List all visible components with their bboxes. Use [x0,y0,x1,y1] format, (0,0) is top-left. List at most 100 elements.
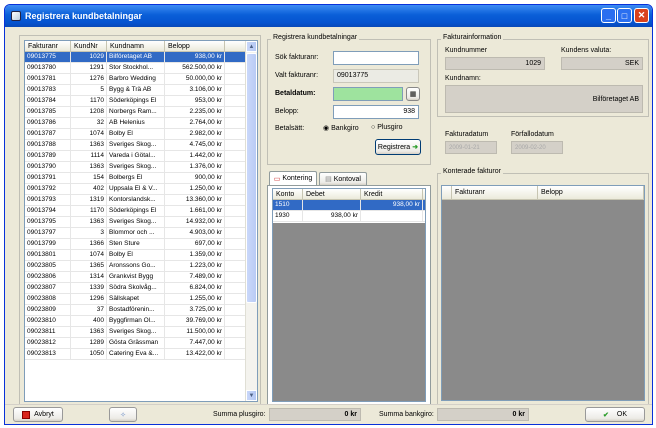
table-row[interactable]: 09013801 1074 Bolby El 1.359,00 kr [25,250,257,261]
close-button[interactable]: ✕ [634,8,649,23]
cell-belopp: 7.489,00 kr [165,272,225,282]
col-konterade-belopp[interactable]: Belopp [538,186,644,199]
sum-bankgiro-label: Summa bankgiro: [379,411,434,418]
kontering-row[interactable]: 1510 938,00 kr [273,200,425,211]
scroll-down-button[interactable]: ▼ [246,390,257,401]
cell-fakturanr: 09013775 [25,52,71,62]
cell-belopp: 3.106,00 kr [165,85,225,95]
cell-fakturanr: 09023813 [25,349,71,359]
tab-kontoval[interactable]: ▤ Kontoval [319,172,367,185]
table-row[interactable]: 09023809 37 Bostadförenin... 3.725,00 kr [25,305,257,316]
tab-kontering[interactable]: ▭ Kontering [269,171,317,185]
kontering-grid[interactable]: Konto Debet Kredit 1510 938,00 kr 1930 938,… [272,188,426,402]
cell-belopp: 13.360,00 kr [165,195,225,205]
cancel-button[interactable]: Avbryt [13,407,63,422]
table-row[interactable]: 09013788 1363 Sveriges Skog... 4.745,00 kr [25,140,257,151]
col-belopp[interactable]: Belopp [165,41,225,51]
amount-input[interactable]: 938 [333,105,419,119]
cell-kundnamn: Byggfirman Ol... [107,316,165,326]
table-row[interactable]: 09023810 400 Byggfirman Ol... 39.769,00 kr [25,316,257,327]
cell-kundnamn: Söderköpings El [107,96,165,106]
col-debet[interactable]: Debet [303,189,361,199]
table-row[interactable]: 09013792 402 Uppsala El & V... 1.250,00 kr [25,184,257,195]
refresh-button[interactable]: ✧ [109,407,137,422]
table-row[interactable]: 09013791 154 Bolbergs El 900,00 kr [25,173,257,184]
title-bar[interactable]: Registrera kundbetalningar _ □ ✕ [5,5,652,27]
cell-fakturanr: 09013786 [25,118,71,128]
table-row[interactable]: 09023807 1339 Södra Skolvåg... 6.824,00 kr [25,283,257,294]
payment-date-input[interactable] [333,87,403,101]
cell-kundnr: 1363 [71,162,107,172]
col-kredit[interactable]: Kredit [361,189,423,199]
table-row[interactable]: 09013787 1074 Bolby El 2.982,00 kr [25,129,257,140]
cell-kundnamn: Uppsala El & V... [107,184,165,194]
cell-fakturanr: 09023806 [25,272,71,282]
table-row[interactable]: 09013775 1029 Bilföretaget AB 938,00 kr [25,52,257,63]
table-row[interactable]: 09023812 1289 Gösta Grässman 7.447,00 kr [25,338,257,349]
register-button[interactable]: Registrera ➜ [375,139,421,155]
kontering-row[interactable]: 1930 938,00 kr [273,211,425,222]
row-selector-header [442,186,452,199]
col-kundnamn[interactable]: Kundnamn [107,41,165,51]
cell-kundnamn: AB Helenius [107,118,165,128]
table-row[interactable]: 09023813 1050 Catering Eva &... 13.422,00 k… [25,349,257,360]
table-row[interactable]: 09013786 32 AB Helenius 2.764,00 kr [25,118,257,129]
table-row[interactable]: 09023811 1363 Sveriges Skog... 11.500,00 kr [25,327,257,338]
table-row[interactable]: 09023808 1296 Sällskapet 1.255,00 kr [25,294,257,305]
minimize-button[interactable]: _ [601,8,616,23]
ok-button[interactable]: ✔ OK [585,407,645,422]
table-row[interactable]: 09023806 1314 Grankvist Bygg 7.489,00 kr [25,272,257,283]
table-row[interactable]: 09013799 1366 Sten Sture 697,00 kr [25,239,257,250]
document-icon: ▤ [325,176,332,183]
table-row[interactable]: 09013789 1114 Vareda i Götal... 1.442,00 kr [25,151,257,162]
table-row[interactable]: 09013785 1208 Norbergs Ram... 2.235,00 kr [25,107,257,118]
valuta-field: SEK [561,57,643,70]
window-title: Registrera kundbetalningar [25,11,143,21]
table-row[interactable]: 09013797 3 Blommor och ... 4.903,00 kr [25,228,257,239]
cell-kundnamn: Sveriges Skog... [107,140,165,150]
scroll-thumb[interactable] [246,53,257,303]
table-row[interactable]: 09013790 1363 Sveriges Skog... 1.376,00 kr [25,162,257,173]
cell-kundnamn: Söderköpings El [107,206,165,216]
invoice-info-title: Fakturainformation [441,34,504,41]
table-row[interactable]: 09013780 1291 Stor Stockhol... 562.500,00 k… [25,63,257,74]
cell-fakturanr: 09013793 [25,195,71,205]
konterade-grid[interactable]: Fakturanr Belopp [441,185,645,401]
forfallodatum-label: Förfallodatum [511,131,554,138]
amount-label: Belopp: [275,108,299,115]
cell-kundnr: 402 [71,184,107,194]
calendar-button[interactable]: ▦ [406,87,420,101]
app-icon [11,11,21,21]
table-row[interactable]: 09013794 1170 Söderköpings El 1.661,00 kr [25,206,257,217]
cell-fakturanr: 09013794 [25,206,71,216]
cell-kundnamn: Norbergs Ram... [107,107,165,117]
search-invoice-input[interactable] [333,51,419,65]
col-konto[interactable]: Konto [273,189,303,199]
table-row[interactable]: 09013784 1170 Söderköpings El 953,00 kr [25,96,257,107]
invoice-scrollbar[interactable]: ▲ ▼ [245,41,257,401]
cell-belopp: 2.764,00 kr [165,118,225,128]
col-kundnr[interactable]: KundNr [71,41,107,51]
table-row[interactable]: 09013795 1363 Sveriges Skog... 14.932,00 kr [25,217,257,228]
col-fakturanr[interactable]: Fakturanr [25,41,71,51]
table-row[interactable]: 09013783 5 Bygg & Trä AB 3.106,00 kr [25,85,257,96]
tab-kontoval-label: Kontoval [333,175,361,183]
cell-kundnamn: Sten Sture [107,239,165,249]
invoice-grid[interactable]: Fakturanr KundNr Kundnamn Belopp 0901377… [24,40,258,402]
maximize-button[interactable]: □ [617,8,632,23]
chosen-invoice-label: Valt fakturanr: [275,72,319,79]
cell-fakturanr: 09013790 [25,162,71,172]
cell-kundnr: 37 [71,305,107,315]
col-konterade-fakturanr[interactable]: Fakturanr [452,186,538,199]
kontering-tab-panel: Konto Debet Kredit 1510 938,00 kr 1930 938,… [267,185,431,405]
table-row[interactable]: 09013781 1276 Barbro Wedding 50.000,00 kr [25,74,257,85]
table-row[interactable]: 09013793 1319 Kontorslandsk... 13.360,00 kr [25,195,257,206]
radio-plusgiro[interactable]: ○ Plusgiro [371,124,402,131]
sum-plusgiro-field: 0 kr [269,408,361,421]
cell-fakturanr: 09023812 [25,338,71,348]
scroll-up-button[interactable]: ▲ [246,41,257,52]
radio-bankgiro[interactable]: ◉ Bankgiro [323,124,359,132]
kundnummer-field: 1029 [445,57,545,70]
cell-kundnamn: Södra Skolvåg... [107,283,165,293]
table-row[interactable]: 09023805 1365 Aronssons Go... 1.223,00 kr [25,261,257,272]
